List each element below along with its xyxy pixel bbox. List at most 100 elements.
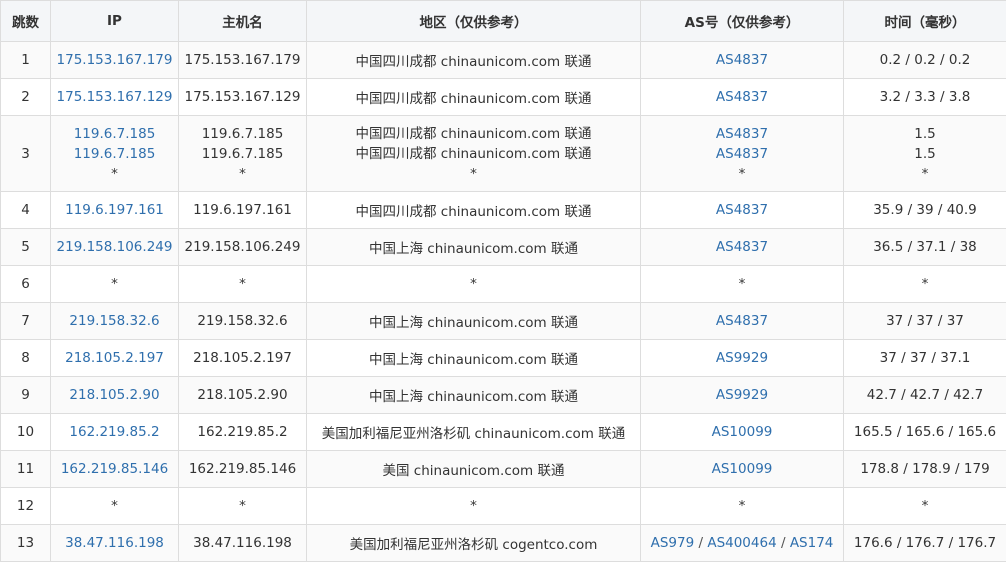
table-row: 4 119.6.197.161 119.6.197.161 中国四川成都 chinau… [0,191,1006,229]
as-link[interactable]: AS4837 [716,89,768,105]
time-cell: 35.9 / 39 / 40.9 [843,191,1006,229]
hostname-text: * [239,276,246,292]
as-link[interactable]: AS9929 [716,387,768,403]
region-cell: 中国四川成都 chinaunicom.com 联通 [306,78,641,116]
hop-cell: 7 [0,302,51,340]
as-line: * [739,276,746,292]
hostname-text: 175.153.167.179 [184,52,301,68]
as-link[interactable]: AS4837 [716,52,768,68]
hostname-cell: * [178,265,307,303]
as-link[interactable]: AS4837 [716,313,768,329]
as-cell: AS979 / AS400464 / AS174 [640,524,844,562]
hostname-text: 119.6.7.185 [201,125,284,142]
ip-link[interactable]: 219.158.106.249 [57,239,173,255]
time-text: 1.5 [914,145,936,162]
as-link[interactable]: AS174 [790,535,834,551]
time-cell: * [843,265,1006,303]
hostname-cell: 162.219.85.2 [178,413,307,451]
as-line: AS10099 [712,461,773,477]
header-region: 地区（仅供参考） [306,0,641,42]
as-link[interactable]: AS4837 [716,202,768,218]
header-time: 时间（毫秒） [843,0,1006,42]
as-line: AS10099 [712,424,773,440]
as-line: AS4837 [716,202,768,218]
ip-cell: 218.105.2.197 [50,339,179,377]
header-hostname: 主机名 [178,0,307,42]
as-link[interactable]: AS10099 [712,461,773,477]
region-cell: 美国 chinaunicom.com 联通 [306,450,641,488]
time-cell: 1.5 1.5 * [843,115,1006,192]
table-row: 11 162.219.85.146 162.219.85.146 美国 chinaun… [0,450,1006,488]
ip-link[interactable]: 119.6.7.185 [53,124,176,144]
hostname-cell: 219.158.32.6 [178,302,307,340]
region-cell: 美国加利福尼亚州洛杉矶 chinaunicom.com 联通 [306,413,641,451]
ip-link[interactable]: 175.153.167.179 [57,52,173,68]
hostname-text: 175.153.167.129 [184,89,301,105]
hostname-cell: 175.153.167.179 [178,41,307,79]
hostname-text: 162.219.85.146 [188,461,297,477]
hop-cell: 10 [0,413,51,451]
as-cell: AS4837 [640,41,844,79]
ip-link[interactable]: 38.47.116.198 [65,535,164,551]
hostname-text: * [239,165,246,182]
ip-cell: 175.153.167.129 [50,78,179,116]
ip-cell: 218.105.2.90 [50,376,179,414]
hostname-text: 218.105.2.197 [193,350,292,366]
table-row: 5 219.158.106.249 219.158.106.249 中国上海 chin… [0,228,1006,266]
as-cell: * [640,487,844,525]
as-separator: / [694,535,708,551]
hostname-text: 218.105.2.90 [197,387,288,403]
hop-cell: 1 [0,41,51,79]
ip-link[interactable]: 218.105.2.197 [65,350,164,366]
as-link[interactable]: AS4837 [716,239,768,255]
region-text: 美国 chinaunicom.com 联通 [382,463,565,479]
hostname-text: 119.6.7.185 [201,145,284,162]
hostname-cell: 218.105.2.197 [178,339,307,377]
as-link[interactable]: AS9929 [716,350,768,366]
as-link[interactable]: AS400464 [707,535,776,551]
hop-cell: 12 [0,487,51,525]
table-row: 2 175.153.167.129 175.153.167.129 中国四川成都 ch… [0,78,1006,116]
hop-cell: 5 [0,228,51,266]
as-line: * [739,498,746,514]
region-text: 中国上海 chinaunicom.com 联通 [369,241,578,257]
ip-link[interactable]: 119.6.197.161 [65,202,164,218]
ip-link[interactable]: 162.219.85.2 [69,424,159,440]
as-link[interactable]: AS4837 [716,126,768,142]
region-cell: 中国上海 chinaunicom.com 联通 [306,339,641,377]
region-text: 美国加利福尼亚州洛杉矶 cogentco.com [349,537,598,553]
as-cell: AS4837 [640,78,844,116]
ip-link[interactable]: 218.105.2.90 [69,387,159,403]
hostname-cell: 162.219.85.146 [178,450,307,488]
region-text: * [470,276,477,292]
hostname-cell: 218.105.2.90 [178,376,307,414]
hostname-cell: 175.153.167.129 [178,78,307,116]
ip-cell: 219.158.106.249 [50,228,179,266]
ip-link[interactable]: 162.219.85.146 [61,461,168,477]
time-cell: 36.5 / 37.1 / 38 [843,228,1006,266]
as-line: AS9929 [716,350,768,366]
ip-link[interactable]: 119.6.7.185 [53,144,176,164]
ip-text: * [111,276,118,292]
region-text: * [470,165,477,182]
as-cell: AS9929 [640,376,844,414]
hostname-cell: 119.6.197.161 [178,191,307,229]
time-text: * [921,165,929,182]
region-text: 中国四川成都 chinaunicom.com 联通 [355,145,592,162]
as-link[interactable]: AS10099 [712,424,773,440]
as-cell: AS10099 [640,413,844,451]
as-link[interactable]: AS979 [651,535,695,551]
hostname-text: * [239,498,246,514]
ip-cell: 175.153.167.179 [50,41,179,79]
ip-link[interactable]: 219.158.32.6 [69,313,159,329]
table-row: 3 119.6.7.185 119.6.7.185 * 119.6.7.185 119.6… [0,115,1006,192]
region-cell: 中国四川成都 chinaunicom.com 联通 [306,41,641,79]
traceroute-table: 跳数 IP 主机名 地区（仅供参考） AS号（仅供参考） 时间（毫秒） 1 175… [0,0,1006,562]
as-link[interactable]: AS4837 [716,146,768,162]
as-line: AS979 / AS400464 / AS174 [651,535,834,551]
ip-link[interactable]: 175.153.167.129 [57,89,173,105]
table-row: 12 * * * * * [0,487,1006,525]
ip-cell: 219.158.32.6 [50,302,179,340]
table-row: 7 219.158.32.6 219.158.32.6 中国上海 chinaunico… [0,302,1006,340]
ip-cell: * [50,487,179,525]
